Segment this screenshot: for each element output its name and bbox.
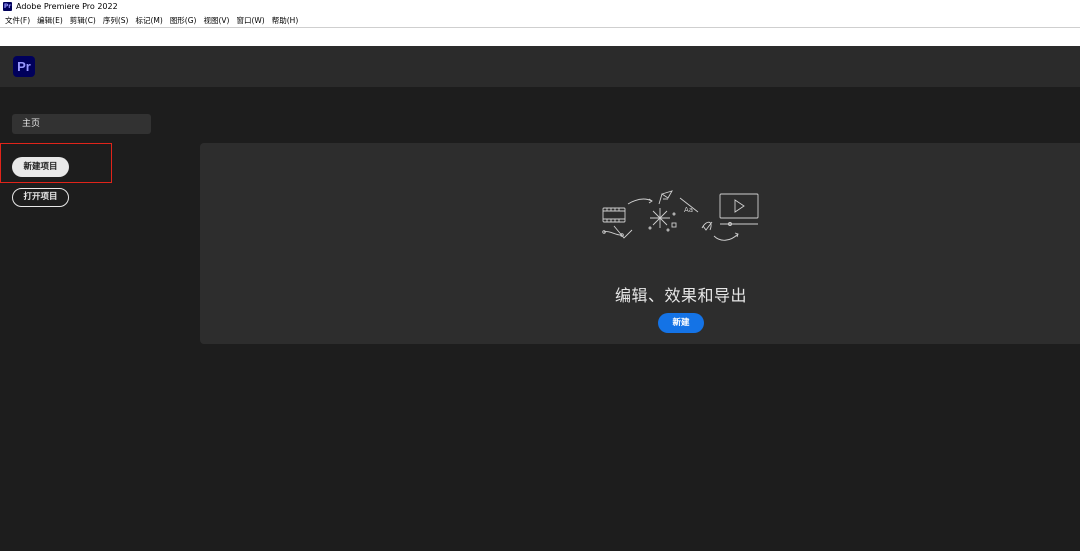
video-play-icon <box>719 193 759 226</box>
menu-file[interactable]: 文件(F) <box>5 15 30 26</box>
sidebar-item-home[interactable]: 主页 <box>12 114 151 134</box>
sparkle-icon <box>648 208 677 232</box>
window-title: Adobe Premiere Pro 2022 <box>16 2 118 11</box>
menu-graphics[interactable]: 图形(G) <box>170 15 197 26</box>
create-button[interactable]: 新建 <box>658 313 704 333</box>
menu-markers[interactable]: 标记(M) <box>135 15 162 26</box>
menu-clip[interactable]: 剪辑(C) <box>70 15 96 26</box>
film-strip-icon <box>602 207 626 223</box>
pen-icon <box>658 190 673 205</box>
premiere-logo: Pr <box>13 56 35 77</box>
window-title-bar: Pr Adobe Premiere Pro 2022 <box>0 0 1080 13</box>
open-project-button[interactable]: 打开项目 <box>12 188 69 207</box>
menu-sequence[interactable]: 序列(S) <box>103 15 129 26</box>
menu-bar: 文件(F) 编辑(E) 剪辑(C) 序列(S) 标记(M) 图形(G) 视图(V… <box>0 13 1080 27</box>
premiere-app-icon: Pr <box>3 2 12 11</box>
hero-title: 编辑、效果和导出 <box>614 286 747 305</box>
welcome-card: Aa 编辑、效果和导出 新建 <box>200 143 1080 344</box>
menu-help[interactable]: 帮助(H) <box>272 15 299 26</box>
menu-edit[interactable]: 编辑(E) <box>37 15 63 26</box>
new-project-button[interactable]: 新建项目 <box>12 157 69 177</box>
app-header: Pr <box>0 46 1080 87</box>
toolbar-strip <box>0 28 1080 46</box>
welcome-illustration: Aa <box>602 190 759 241</box>
menu-window[interactable]: 窗口(W) <box>236 15 264 26</box>
svg-text:Aa: Aa <box>684 206 693 214</box>
text-aa-icon: Aa <box>679 197 699 214</box>
menu-view[interactable]: 视图(V) <box>203 15 229 26</box>
